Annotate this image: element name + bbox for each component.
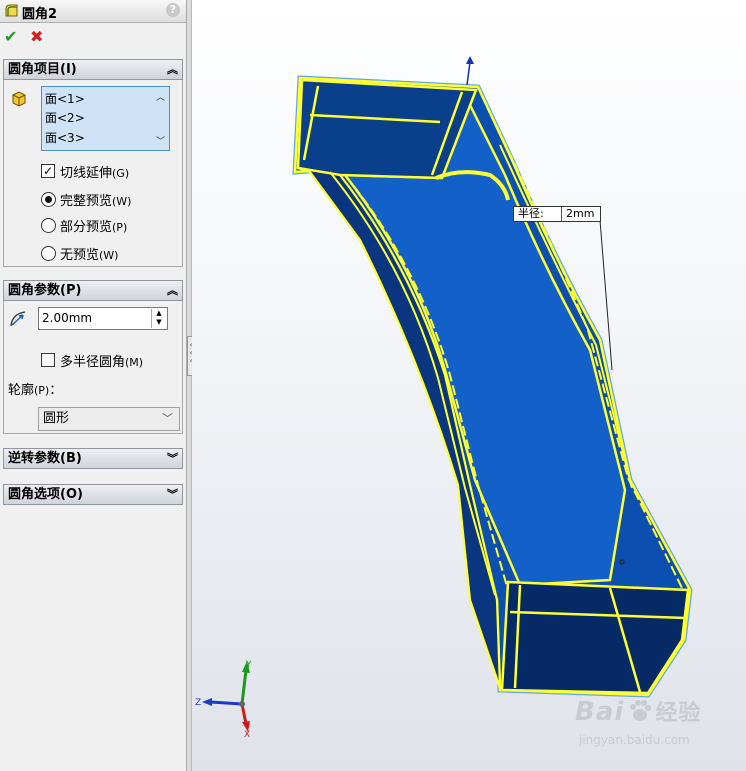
watermark-brand: Bai (575, 697, 625, 727)
x-axis-label: X (244, 730, 250, 738)
model-view[interactable] (0, 0, 746, 771)
watermark-url: jingyan.baidu.com (579, 733, 690, 747)
radius-callout-label: 半径: (518, 207, 544, 220)
radius-callout[interactable]: 半径: 2mm (513, 206, 601, 222)
watermark-brand-cn: 经验 (655, 701, 702, 726)
z-axis-label: Z (195, 698, 201, 708)
radius-callout-value[interactable]: 2mm (561, 207, 602, 221)
axis-triad-icon: Y Z X (195, 660, 252, 738)
y-axis-label: Y (245, 660, 252, 670)
paw-icon (629, 700, 651, 721)
baidu-watermark: Bai 经验 jingyan.baidu.com (575, 695, 702, 747)
